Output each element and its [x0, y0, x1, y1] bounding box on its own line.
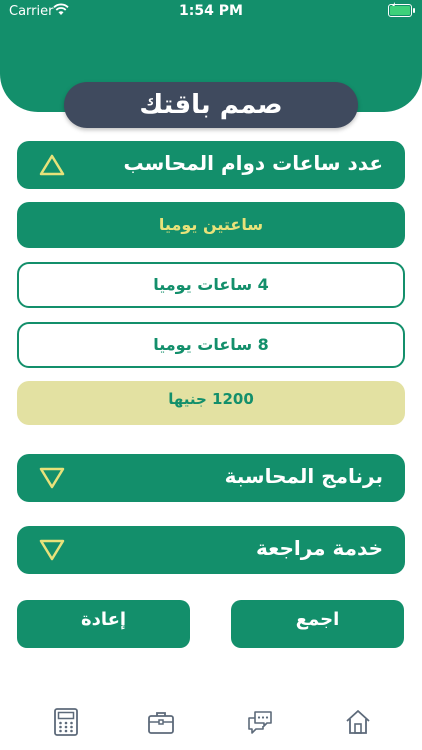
reset-button[interactable]: إعادة	[17, 600, 190, 648]
expand-triangle-icon[interactable]	[39, 538, 65, 562]
sum-button[interactable]: اجمع	[231, 600, 404, 648]
price-value: 1200 جنيها	[168, 390, 254, 408]
section-audit-service[interactable]: خدمة مراجعة	[17, 526, 405, 574]
expand-triangle-icon[interactable]	[39, 466, 65, 490]
home-icon[interactable]	[344, 708, 372, 736]
section-accountant-hours[interactable]: عدد ساعات دوام المحاسب	[17, 141, 405, 189]
battery-icon	[388, 4, 415, 17]
status-time: 1:54 PM	[179, 3, 243, 19]
section-audit-service-label: خدمة مراجعة	[256, 536, 383, 560]
section-accounting-software[interactable]: برنامج المحاسبة	[17, 454, 405, 502]
option-four-hours-label: 4 ساعات يوميا	[153, 275, 269, 294]
collapse-triangle-icon[interactable]	[39, 153, 65, 177]
page-title: صمم باقتك	[64, 82, 358, 128]
option-four-hours[interactable]: 4 ساعات يوميا	[17, 262, 405, 308]
option-eight-hours[interactable]: 8 ساعات يوميا	[17, 322, 405, 368]
section-accountant-hours-label: عدد ساعات دوام المحاسب	[123, 151, 383, 175]
chat-icon[interactable]	[246, 708, 274, 736]
calculator-icon[interactable]	[52, 708, 80, 736]
option-two-hours-label: ساعتين يوميا	[158, 215, 264, 234]
price-display: 1200 جنيها	[17, 381, 405, 425]
status-bar: Carrier 1:54 PM	[0, 0, 422, 24]
option-eight-hours-label: 8 ساعات يوميا	[153, 335, 269, 354]
briefcase-icon[interactable]	[147, 708, 175, 736]
option-two-hours[interactable]: ساعتين يوميا	[17, 202, 405, 248]
section-accounting-software-label: برنامج المحاسبة	[224, 464, 383, 488]
tab-bar	[0, 700, 422, 750]
